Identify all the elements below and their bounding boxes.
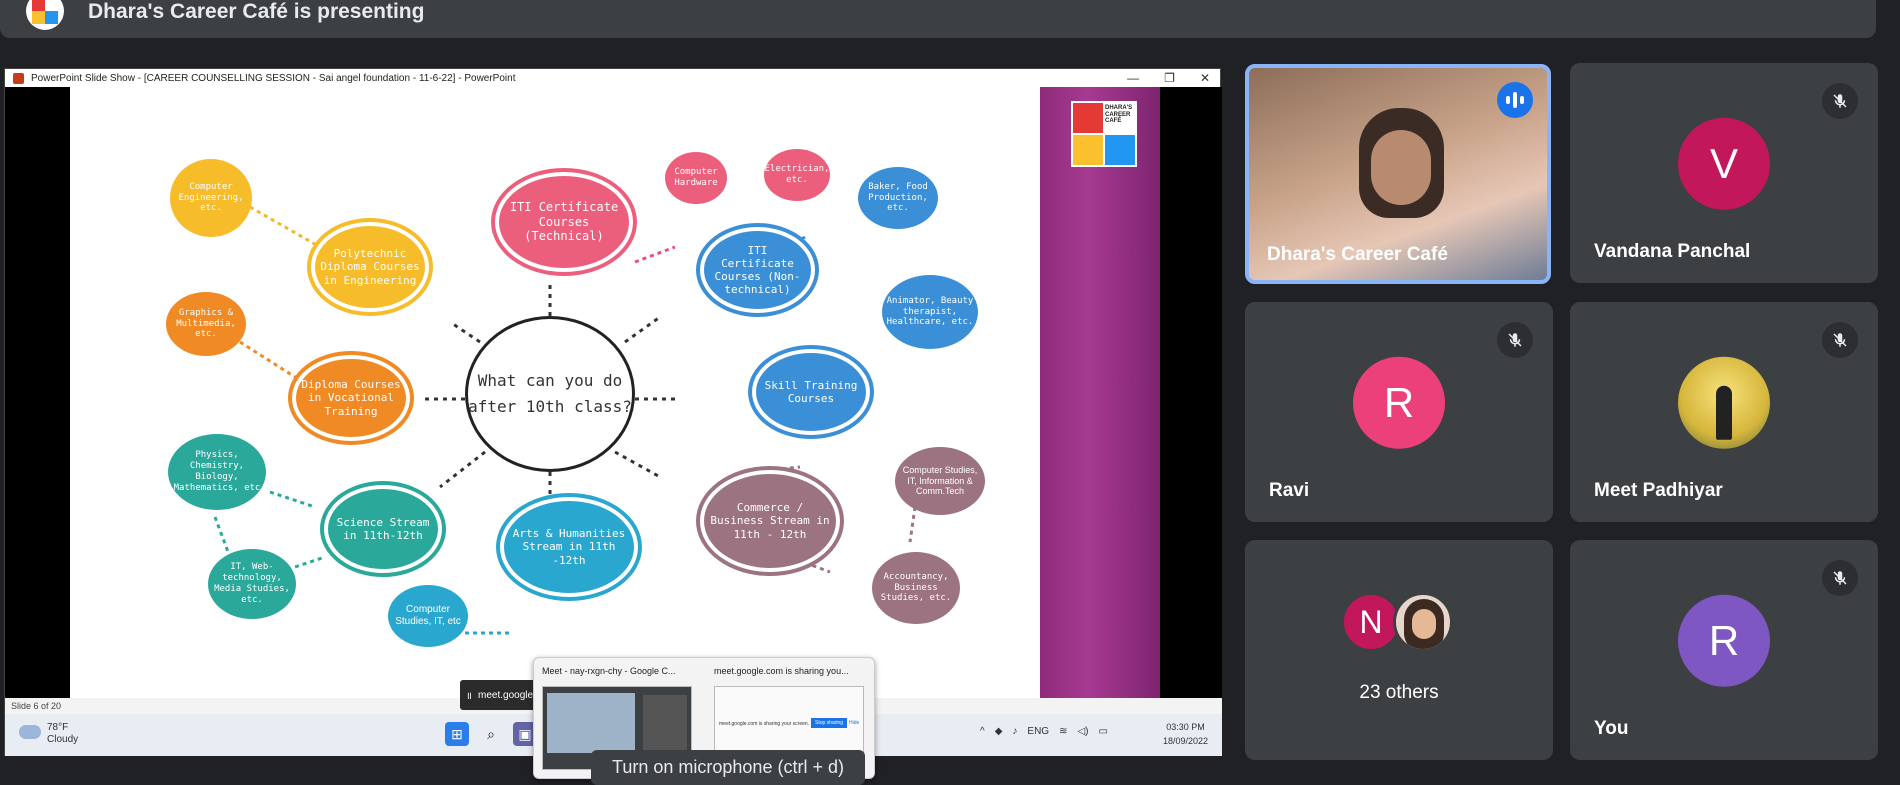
bubble-graphics: Graphics & Multimedia, etc. — [166, 292, 246, 356]
avatar-photo — [1678, 356, 1770, 449]
slide-side-band — [1040, 87, 1160, 698]
mic-off-icon — [1497, 322, 1533, 358]
stop-sharing-button[interactable]: Stop sharing — [811, 718, 848, 728]
bubble-physics: Physics, Chemistry, Biology, Mathematics… — [168, 434, 266, 510]
window-title: PowerPoint Slide Show - [CAREER COUNSELL… — [31, 72, 516, 84]
bubble-electrician: Electrician, etc. — [764, 149, 830, 201]
avatar: V — [1678, 117, 1770, 210]
bubble-diploma-vocational: Diploma Courses in Vocational Training — [292, 355, 410, 441]
shield-icon[interactable]: ◆ — [995, 726, 1003, 737]
slide: What can you do after 10th class? Comput… — [70, 87, 1044, 698]
participant-tile-vandana[interactable]: V Vandana Panchal — [1570, 63, 1878, 283]
volume-icon[interactable]: ◁) — [1077, 726, 1088, 737]
battery-icon[interactable]: ▭ — [1099, 726, 1108, 737]
bubble-computer-studies-left: Computer Studies, IT, etc — [388, 585, 468, 647]
weather-temp: 78°F — [47, 722, 69, 733]
bubble-science: Science Stream in 11th-12th — [324, 485, 442, 573]
slide-counter: Slide 6 of 20 — [11, 701, 62, 711]
bubble-animator: Animator, Beauty therapist, Healthcare, … — [882, 275, 978, 349]
chevron-up-icon[interactable]: ^ — [980, 726, 985, 737]
pause-icon: ॥ — [466, 691, 472, 702]
shared-screen: PowerPoint Slide Show - [CAREER COUNSELL… — [4, 68, 1222, 779]
preview-tab2-title: meet.google.com is sharing you... — [714, 666, 849, 676]
slide-area: What can you do after 10th class? Comput… — [5, 87, 1222, 698]
meet-screen: Dhara's Career Café is presenting PowerP… — [0, 0, 1900, 785]
search-icon[interactable]: ⌕ — [479, 722, 503, 746]
bubble-skill-training: Skill Training Courses — [752, 349, 870, 435]
avatar: R — [1353, 356, 1445, 449]
taskbar-clock[interactable]: 03:30 PM 18/09/2022 — [1163, 721, 1208, 748]
participant-name: Meet Padhiyar — [1594, 480, 1723, 501]
participant-tile-you[interactable]: R You — [1570, 540, 1878, 760]
mic-tray-icon[interactable]: ♪ — [1012, 726, 1017, 737]
close-icon: ✕ — [1199, 71, 1210, 85]
others-count: 23 others — [1359, 682, 1439, 703]
others-avatars: N — [1341, 592, 1471, 652]
participant-name: Dhara's Career Café — [1267, 244, 1448, 265]
restore-icon: ❐ — [1164, 71, 1175, 85]
bubble-computer-eng: Computer Engineering, etc. — [170, 159, 252, 237]
bubble-commerce: Commerce / Business Stream in 11th - 12t… — [700, 470, 840, 572]
cloud-icon — [19, 725, 41, 739]
participant-tile-others[interactable]: N 23 others — [1245, 540, 1553, 760]
microphone-tooltip: Turn on microphone (ctrl + d) — [591, 750, 865, 785]
system-tray: ^ ◆ ♪ ENG ≋ ◁) ▭ — [980, 726, 1108, 737]
preview-tab1-title: Meet - nay-rxgn-chy - Google C... — [542, 666, 676, 676]
clock-date: 18/09/2022 — [1163, 735, 1209, 746]
powerpoint-icon — [13, 72, 24, 84]
weather-desc: Cloudy — [47, 734, 79, 745]
window-titlebar: PowerPoint Slide Show - [CAREER COUNSELL… — [5, 69, 1220, 87]
clock-time: 03:30 PM — [1166, 722, 1205, 732]
participant-tile-dhara[interactable]: Dhara's Career Café — [1245, 64, 1551, 284]
wifi-icon[interactable]: ≋ — [1059, 726, 1067, 737]
bubble-computer-hardware: Computer Hardware — [665, 152, 727, 204]
hide-button[interactable]: Hide — [847, 718, 861, 728]
bubble-iti-technical: ITI Certificate Courses (Technical) — [495, 172, 633, 272]
share-message: meet.google.com is sharing your screen. — [719, 721, 810, 727]
bubble-baker: Baker, Food Production, etc. — [858, 167, 938, 229]
slide-logo-text: DHARA'S CAREER CAFÉ — [1105, 105, 1133, 125]
bubble-computer-studies-right: Computer Studies, IT, Information & Comm… — [895, 447, 985, 515]
mic-off-icon — [1822, 560, 1858, 596]
speaking-indicator-icon — [1497, 82, 1533, 118]
bubble-it-web: IT, Web-technology, Media Studies, etc. — [208, 549, 296, 619]
windows-start-icon[interactable]: ⊞ — [445, 722, 469, 746]
participant-tile-ravi[interactable]: R Ravi — [1245, 302, 1553, 522]
participant-name: Ravi — [1269, 480, 1310, 501]
presenting-banner: Dhara's Career Café is presenting — [0, 0, 1876, 38]
center-question: What can you do after 10th class? — [465, 316, 635, 472]
avatar: N — [1341, 592, 1401, 652]
language-indicator[interactable]: ENG — [1027, 726, 1049, 737]
bubble-arts: Arts & Humanities Stream in 11th -12th — [500, 497, 638, 597]
preview-label-text: meet.google — [478, 689, 534, 701]
avatar: R — [1678, 594, 1770, 687]
avatar-photo — [1393, 592, 1453, 652]
participant-name: Vandana Panchal — [1594, 241, 1751, 262]
mic-off-icon — [1822, 322, 1858, 358]
bubble-polytechnic: Polytechnic Diploma Courses in Engineeri… — [311, 222, 429, 312]
participant-face — [1371, 130, 1431, 205]
presenting-title: Dhara's Career Café is presenting — [88, 0, 425, 23]
presenter-logo — [26, 0, 64, 30]
minimize-icon: — — [1127, 71, 1140, 85]
taskbar-preview-label[interactable]: ॥ meet.google — [460, 680, 540, 710]
participant-name: You — [1594, 718, 1629, 739]
bubble-iti-nontechnical: ITI Certificate Courses (Non-technical) — [700, 227, 815, 313]
bubble-accountancy: Accountancy, Business Studies, etc. — [872, 552, 960, 624]
slide-logo: DHARA'S CAREER CAFÉ — [1071, 101, 1137, 167]
participant-tile-meet[interactable]: Meet Padhiyar — [1570, 302, 1878, 522]
mic-off-icon — [1822, 83, 1858, 119]
